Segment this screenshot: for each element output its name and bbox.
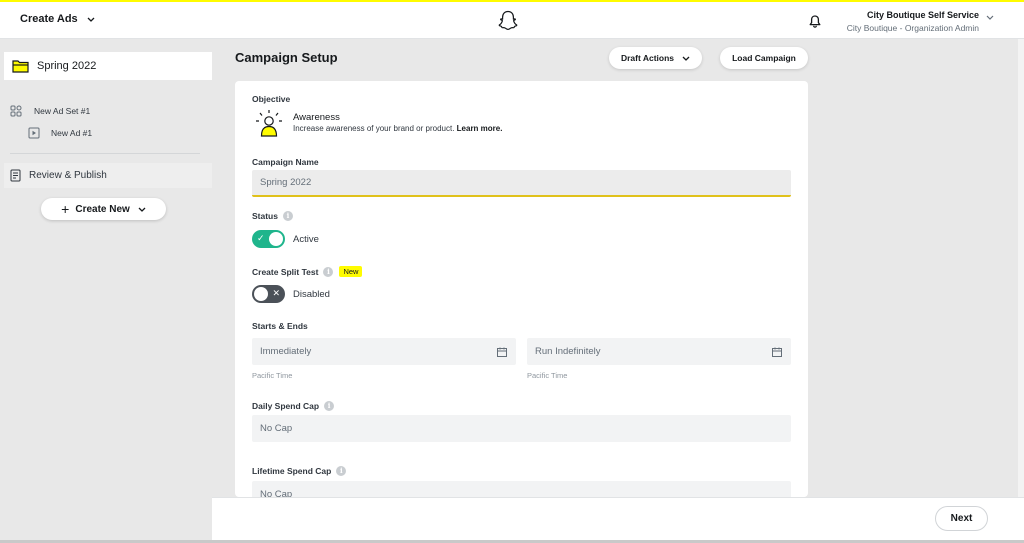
start-timezone-hint: Pacific Time <box>252 371 293 380</box>
check-icon: ✓ <box>257 233 265 243</box>
campaign-name-value: Spring 2022 <box>260 177 312 188</box>
sidebar-item-ad-set[interactable]: New Ad Set #1 <box>10 105 90 117</box>
info-icon[interactable]: i <box>336 466 347 476</box>
account-name: City Boutique Self Service <box>866 10 979 20</box>
scrollbar[interactable] <box>1018 39 1024 540</box>
toggle-knob <box>254 287 268 301</box>
awareness-icon <box>256 110 282 137</box>
learn-more-link[interactable]: Learn more. <box>457 124 503 133</box>
close-icon: ✕ <box>272 288 280 298</box>
objective-label: Objective <box>252 94 291 104</box>
draft-actions-label: Draft Actions <box>620 53 675 63</box>
daily-spend-label-text: Daily Spend Cap <box>252 401 320 411</box>
end-date-input[interactable]: Run Indefinitely <box>527 338 791 365</box>
lifetime-spend-input[interactable]: No Cap <box>252 481 791 497</box>
daily-spend-value: No Cap <box>260 423 293 434</box>
sidebar-item-ad[interactable]: New Ad #1 <box>28 127 92 139</box>
ad-set-icon <box>10 105 22 117</box>
create-new-label: Create New <box>75 203 130 215</box>
sidebar-item-label: New Ad Set #1 <box>34 106 91 116</box>
chevron-down-icon <box>682 56 690 61</box>
objective-title: Awareness <box>293 112 340 123</box>
account-switcher[interactable]: City Boutique Self Service City Boutique… <box>820 9 979 34</box>
sidebar-item-review-publish[interactable]: Review & Publish <box>4 163 212 188</box>
sidebar-divider <box>10 153 200 154</box>
chevron-down-icon <box>87 17 95 22</box>
create-new-button[interactable]: + Create New <box>41 198 166 220</box>
starts-ends-label: Starts & Ends <box>252 321 308 331</box>
sidebar-item-label: New Ad #1 <box>51 128 93 138</box>
ad-icon <box>28 127 40 139</box>
folder-icon <box>12 60 29 73</box>
calendar-icon <box>772 347 782 357</box>
plus-icon: + <box>61 201 70 217</box>
daily-spend-label: Daily Spend Cap i <box>252 401 335 411</box>
review-icon <box>10 169 21 182</box>
create-ads-menu[interactable]: Create Ads <box>20 13 95 25</box>
sidebar-item-campaign[interactable]: Spring 2022 <box>4 52 212 80</box>
split-test-value: Disabled <box>293 289 330 300</box>
app-menu-label: Create Ads <box>20 13 78 25</box>
load-campaign-button[interactable]: Load Campaign <box>720 47 808 69</box>
chevron-down-icon <box>138 207 146 212</box>
status-value: Active <box>293 234 319 245</box>
split-test-label: Create Split Test i New <box>252 266 363 277</box>
sidebar-item-label: Spring 2022 <box>37 60 97 72</box>
info-icon[interactable]: i <box>282 211 293 221</box>
objective-description: Increase awareness of your brand or prod… <box>293 124 502 133</box>
lifetime-spend-value: No Cap <box>260 489 293 497</box>
next-label: Next <box>950 513 973 524</box>
end-timezone-hint: Pacific Time <box>527 371 568 380</box>
top-bar: Create Ads City Boutique Self Service Ci… <box>0 0 1024 39</box>
footer-bar: Next <box>212 497 1024 540</box>
chevron-down-icon[interactable] <box>986 15 994 20</box>
calendar-icon <box>497 347 507 357</box>
start-date-value: Immediately <box>260 346 312 357</box>
page-title: Campaign Setup <box>235 50 338 65</box>
info-icon[interactable]: i <box>323 266 334 277</box>
new-badge: New <box>339 266 363 277</box>
campaign-name-input[interactable]: Spring 2022 <box>252 170 791 197</box>
status-label-text: Status <box>252 211 278 221</box>
split-test-label-text: Create Split Test <box>252 266 319 277</box>
campaign-setup-card: Objective Awareness Increase awareness o… <box>235 81 808 497</box>
sidebar-item-label: Review & Publish <box>29 170 107 181</box>
start-date-input[interactable]: Immediately <box>252 338 516 365</box>
objective-description-text: Increase awareness of your brand or prod… <box>293 124 455 133</box>
status-toggle[interactable]: ✓ <box>252 230 285 248</box>
info-icon[interactable]: i <box>324 401 335 411</box>
campaign-name-label: Campaign Name <box>252 157 319 167</box>
load-campaign-label: Load Campaign <box>732 53 796 63</box>
toggle-knob <box>269 232 283 246</box>
next-button[interactable]: Next <box>935 506 988 531</box>
snapchat-ghost-icon[interactable] <box>498 10 518 31</box>
draft-actions-button[interactable]: Draft Actions <box>609 47 702 69</box>
split-test-toggle[interactable]: ✕ <box>252 285 285 303</box>
sidebar: Spring 2022 New Ad Set #1 New Ad #1 Revi… <box>0 39 212 543</box>
daily-spend-input[interactable]: No Cap <box>252 415 791 442</box>
status-label: Status i <box>252 211 293 221</box>
account-role: City Boutique - Organization Admin <box>846 23 979 33</box>
lifetime-spend-label-text: Lifetime Spend Cap <box>252 466 332 476</box>
end-date-value: Run Indefinitely <box>535 346 601 357</box>
lifetime-spend-label: Lifetime Spend Cap i <box>252 466 347 476</box>
